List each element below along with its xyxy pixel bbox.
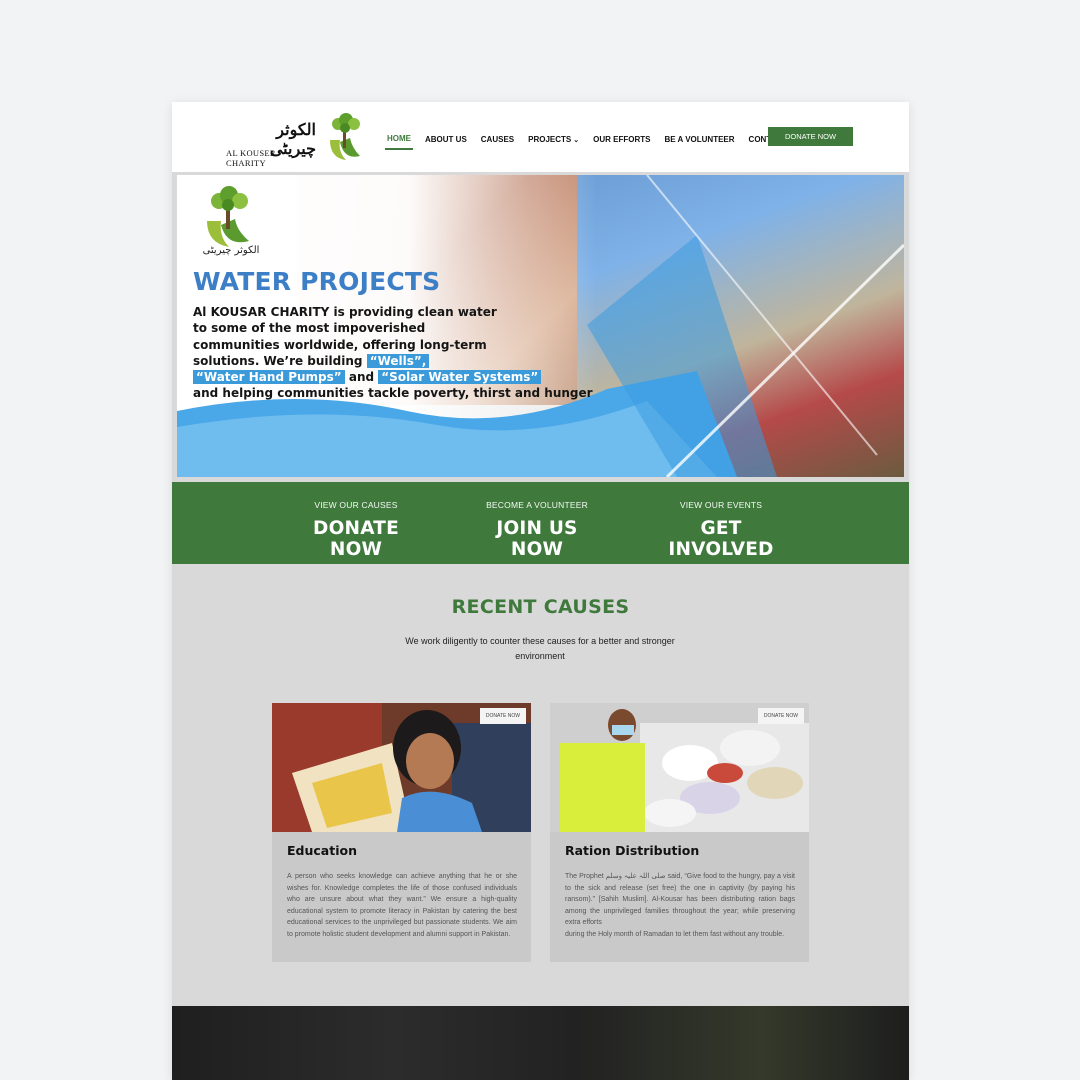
hero-line-3: communities worldwide, offering long-ter… <box>193 337 487 352</box>
highlight-water-hand-pumps: “Water Hand Pumps” <box>193 370 345 385</box>
ration-description-part-2: during the Holy month of Ramadan to let … <box>565 930 785 938</box>
main-nav: HOME ABOUT US CAUSES PROJECTS ⌄ OUR EFFOR… <box>385 133 789 150</box>
highlight-solar-water-systems: “Solar Water Systems” <box>378 370 542 385</box>
cta-events-small-label: VIEW OUR EVENTS <box>679 500 763 510</box>
cta-join-us-now[interactable]: BECOME A VOLUNTEER JOIN US NOW <box>469 500 605 560</box>
donate-now-button[interactable]: DONATE NOW <box>768 127 853 146</box>
cta-donate-small-label: VIEW OUR CAUSES <box>314 500 398 510</box>
cta-get-involved[interactable]: VIEW OUR EVENTS GET INVOLVED <box>649 500 793 560</box>
hero-line-6: and helping communities tackle poverty, … <box>193 386 593 401</box>
cta-band: VIEW OUR CAUSES DONATE NOW BECOME A VOLU… <box>172 482 909 564</box>
hero-and-text: and <box>348 370 375 385</box>
hero-logo-urdu: الکوثر چیریٹی <box>202 245 260 256</box>
nav-about-us[interactable]: ABOUT US <box>423 133 469 150</box>
education-title: Education <box>287 843 357 858</box>
nav-home[interactable]: HOME <box>385 133 413 150</box>
ration-photo: DONATE NOW <box>550 703 809 832</box>
hero-line-4: solutions. We’re building “Wells”, <box>193 353 593 369</box>
hero-line-2: to some of the most impoverished <box>193 321 426 336</box>
hero-description: Al KOUSAR CHARITY is providing clean wat… <box>193 304 593 402</box>
cta-donate-big-label: DONATE NOW <box>313 518 399 560</box>
hero-line-5: “Water Hand Pumps” and “Solar Water Syst… <box>193 369 593 385</box>
hero-line-4-text: solutions. We’re building <box>193 353 363 368</box>
nav-causes[interactable]: CAUSES <box>479 133 516 150</box>
education-description: A person who seeks knowledge can achieve… <box>287 873 517 938</box>
nav-be-a-volunteer[interactable]: BE A VOLUNTEER <box>662 133 736 150</box>
hero-title: WATER PROJECTS <box>193 267 441 296</box>
cta-join-big-label: JOIN US NOW <box>496 518 578 560</box>
highlight-wells: “Wells”, <box>366 353 430 368</box>
cause-card-education[interactable]: DONATE NOW Education A person who seeks … <box>272 703 531 962</box>
website-page: الکوثر چیریٹی AL KOUSER CHARITY HOME ABO… <box>172 102 909 1080</box>
recent-causes-title: RECENT CAUSES <box>451 596 630 618</box>
ration-description-part-1: The Prophet صلی اللہ علیہ وسلم said, “Gi… <box>565 873 796 926</box>
nav-our-efforts[interactable]: OUR EFFORTS <box>591 133 652 150</box>
recent-causes-subtitle: We work diligently to counter these caus… <box>405 636 675 661</box>
site-logo[interactable]: الکوثر چیریٹی AL KOUSER CHARITY <box>226 112 366 168</box>
cta-donate-now[interactable]: VIEW OUR CAUSES DONATE NOW <box>290 500 422 560</box>
education-photo: DONATE NOW <box>272 703 531 832</box>
site-header: الکوثر چیریٹی AL KOUSER CHARITY HOME ABO… <box>172 102 909 172</box>
nav-projects[interactable]: PROJECTS ⌄ <box>526 133 581 150</box>
chevron-down-icon: ⌄ <box>573 136 580 144</box>
ration-donate-button[interactable]: DONATE NOW <box>757 708 804 724</box>
hero-line-1: Al KOUSAR CHARITY is providing clean wat… <box>193 305 497 319</box>
cta-events-big-label: GET INVOLVED <box>668 518 774 560</box>
cta-join-small-label: BECOME A VOLUNTEER <box>486 500 588 510</box>
tree-logo-icon <box>330 113 360 160</box>
cause-card-ration-distribution[interactable]: DONATE NOW Ration Distribution The Proph… <box>550 703 809 962</box>
hero-banner: الکوثر چیریٹی WATER PROJECTS Al KOUSAR C… <box>177 175 904 477</box>
logo-english-text: AL KOUSER CHARITY <box>226 148 276 168</box>
ration-title: Ration Distribution <box>565 843 700 858</box>
ration-description: The Prophet صلی اللہ علیہ وسلم said, “Gi… <box>565 871 795 940</box>
education-donate-button[interactable]: DONATE NOW <box>479 708 526 724</box>
next-section-photo <box>172 1006 909 1080</box>
